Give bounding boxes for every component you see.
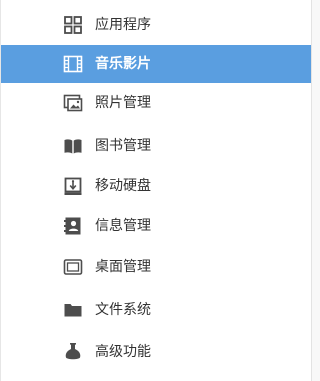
sidebar-item-books[interactable]: 图书管理 [1, 127, 313, 165]
folder-icon [63, 300, 83, 320]
book-icon [63, 136, 83, 156]
sidebar-item-file-system[interactable]: 文件系统 [1, 291, 313, 329]
sidebar-item-apps[interactable]: 应用程序 [1, 6, 313, 44]
sidebar-item-label: 文件系统 [95, 302, 151, 318]
sidebar-item-mobile-drive[interactable]: 移动硬盘 [1, 167, 313, 205]
sidebar-item-label: 高级功能 [95, 344, 151, 360]
sidebar-item-music-movies[interactable]: 音乐影片 [1, 45, 313, 83]
sidebar-item-label: 音乐影片 [95, 56, 151, 72]
sidebar-item-label: 照片管理 [95, 95, 151, 111]
sidebar-item-label: 信息管理 [95, 218, 151, 234]
film-icon [63, 54, 83, 74]
sidebar-item-desktop[interactable]: 桌面管理 [1, 248, 313, 286]
flask-icon [63, 342, 83, 362]
sidebar-item-photos[interactable]: 照片管理 [1, 84, 313, 122]
sidebar-item-advanced[interactable]: 高级功能 [1, 333, 313, 371]
sidebar-item-info[interactable]: 信息管理 [1, 207, 313, 245]
scrollbar-track[interactable] [311, 0, 320, 381]
sidebar-item-label: 桌面管理 [95, 259, 151, 275]
contact-card-icon [63, 216, 83, 236]
sidebar-panel: 应用程序 音乐影片 照片管理 图书管理 移动硬盘 信息管理 桌面管理 文件系统 … [0, 0, 320, 381]
usb-drive-icon [63, 176, 83, 196]
monitor-icon [63, 257, 83, 277]
apps-grid-icon [63, 15, 83, 35]
sidebar-item-label: 移动硬盘 [95, 178, 151, 194]
sidebar-item-label: 应用程序 [95, 17, 151, 33]
photo-icon [63, 93, 83, 113]
sidebar-item-label: 图书管理 [95, 138, 151, 154]
